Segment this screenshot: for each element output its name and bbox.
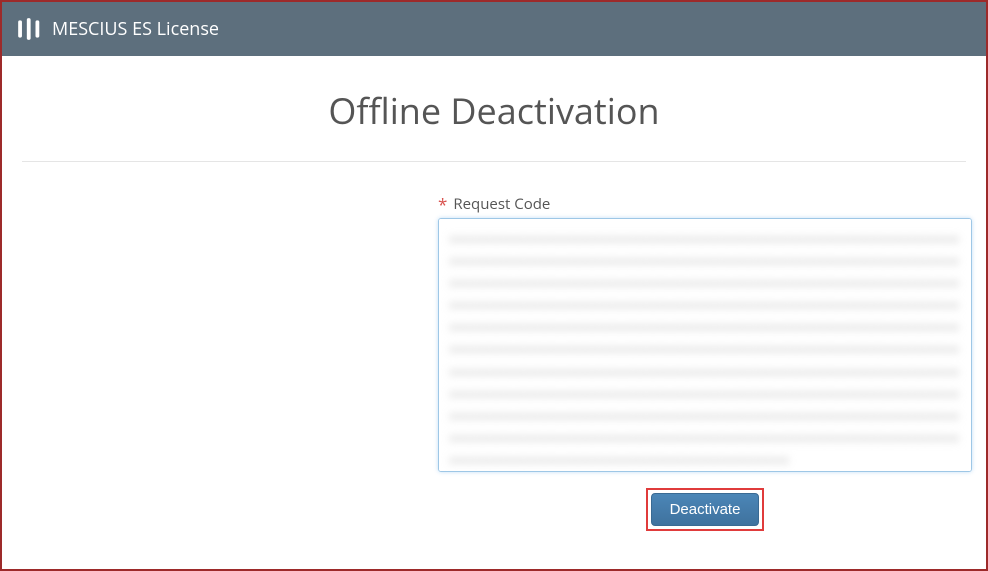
- request-code-form: * Request Code xxxxxxxxxxxxxxxxxxxxxxxxx…: [438, 194, 972, 531]
- app-title: MESCIUS ES License: [52, 17, 219, 41]
- button-row: Deactivate: [438, 488, 972, 531]
- brand-logo-icon: [16, 16, 42, 42]
- deactivate-highlight: Deactivate: [646, 488, 765, 531]
- request-code-label: Request Code: [453, 194, 550, 214]
- deactivate-button[interactable]: Deactivate: [651, 493, 760, 526]
- request-code-value: xxxxxxxxxxxxxxxxxxxxxxxxxxxxxxxxxxxxxxxx…: [449, 227, 961, 470]
- request-code-label-row: * Request Code: [438, 194, 972, 214]
- page-title: Offline Deactivation: [22, 86, 966, 135]
- required-star-icon: *: [438, 196, 447, 213]
- app-header: MESCIUS ES License: [2, 2, 986, 56]
- section-divider: [22, 161, 966, 162]
- request-code-textarea[interactable]: xxxxxxxxxxxxxxxxxxxxxxxxxxxxxxxxxxxxxxxx…: [438, 218, 972, 472]
- main-content: Offline Deactivation * Request Code xxxx…: [2, 56, 986, 531]
